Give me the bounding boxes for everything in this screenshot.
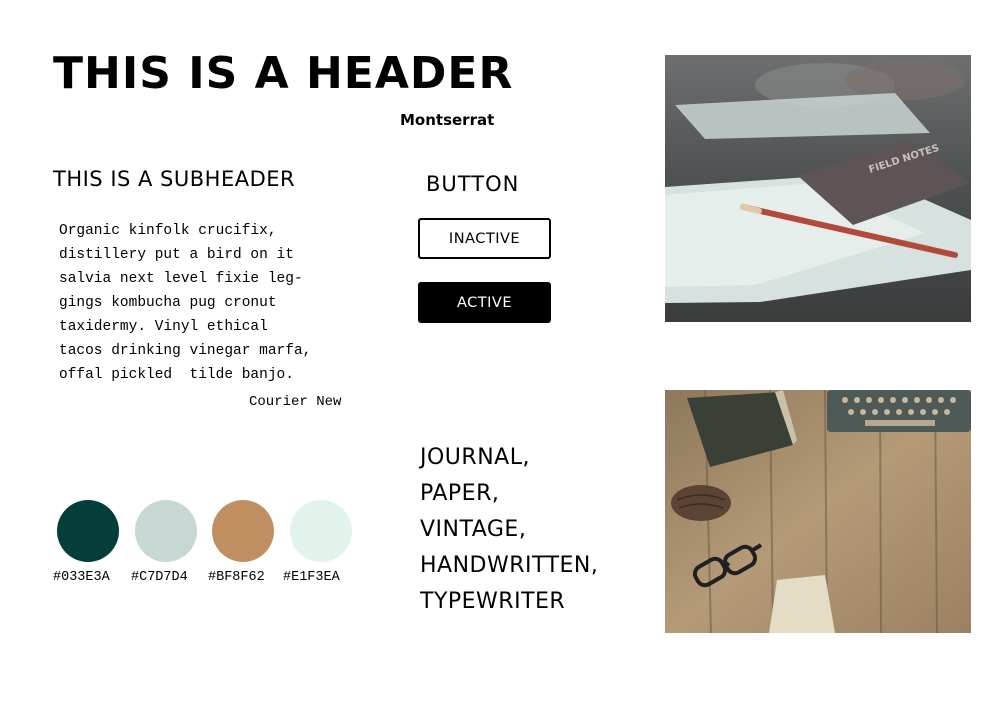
keyword-list: JOURNAL, PAPER, VINTAGE, HANDWRITTEN, TY… <box>420 440 598 620</box>
page-subheader: THIS IS A SUBHEADER <box>53 167 296 191</box>
typewriter-desk-graphic <box>665 390 971 633</box>
body-line: salvia next level fixie leg- <box>59 271 303 287</box>
keyword: PAPER, <box>420 481 500 506</box>
notebook-photo-graphic: FIELD NOTES <box>665 55 971 322</box>
notebook-photo: FIELD NOTES <box>665 55 971 322</box>
color-swatch-mint <box>290 500 352 562</box>
body-line: tacos drinking vinegar marfa, <box>59 343 312 359</box>
color-swatch-dark-green <box>57 500 119 562</box>
color-swatch-label: #BF8F62 <box>208 570 265 585</box>
color-swatch-label: #E1F3EA <box>283 570 340 585</box>
body-line: Organic kinfolk crucifix, <box>59 223 277 239</box>
body-font-name: Courier New <box>249 394 342 410</box>
keyword: HANDWRITTEN, <box>420 553 599 578</box>
body-line: distillery put a bird on it <box>59 247 294 263</box>
keyword: VINTAGE, <box>420 517 527 542</box>
typewriter-desk-photo <box>665 390 971 633</box>
inactive-button[interactable]: INACTIVE <box>418 218 551 259</box>
active-button[interactable]: ACTIVE <box>418 282 551 323</box>
keyword: JOURNAL, <box>420 445 530 470</box>
keyword: TYPEWRITER <box>420 589 566 614</box>
body-copy: Organic kinfolk crucifix, distillery put… <box>59 219 359 387</box>
body-line: taxidermy. Vinyl ethical <box>59 319 268 335</box>
header-font-name: Montserrat <box>400 111 495 129</box>
body-line: offal pickled tilde banjo. <box>59 367 294 383</box>
color-swatch-label: #C7D7D4 <box>131 570 188 585</box>
color-swatch-grey-green <box>135 500 197 562</box>
page-header: THIS IS A HEADER <box>53 48 514 99</box>
button-section-title: BUTTON <box>426 172 520 196</box>
color-swatch-tan <box>212 500 274 562</box>
color-swatch-label: #033E3A <box>53 570 110 585</box>
body-line: gings kombucha pug cronut <box>59 295 277 311</box>
